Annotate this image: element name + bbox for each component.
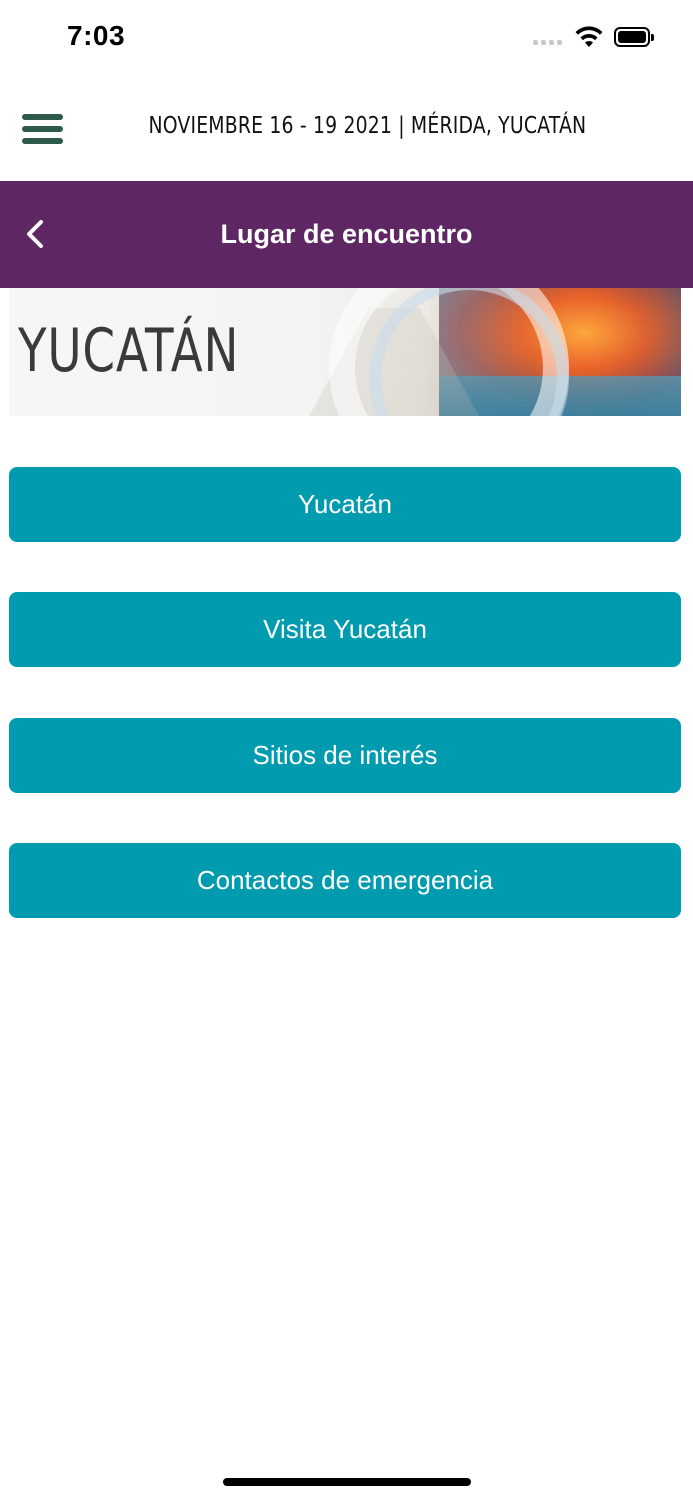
hamburger-menu-icon[interactable]	[22, 114, 63, 146]
wifi-icon	[575, 26, 603, 47]
cellular-signal-icon	[533, 40, 562, 45]
banner-image: YUCATÁN	[9, 288, 681, 416]
banner-title: YUCATÁN	[18, 316, 240, 386]
button-label: Yucatán	[298, 489, 392, 519]
visita-yucatan-button[interactable]: Visita Yucatán	[9, 592, 681, 667]
home-indicator[interactable]	[223, 1478, 471, 1486]
yucatan-button[interactable]: Yucatán	[9, 467, 681, 542]
top-header: NOVIEMBRE 16 - 19 2021 | MÉRIDA, YUCATÁN	[0, 80, 693, 181]
contactos-de-emergencia-button[interactable]: Contactos de emergencia	[9, 843, 681, 918]
battery-icon	[614, 27, 654, 47]
page-title: Lugar de encuentro	[220, 219, 473, 249]
status-bar: 7:03	[0, 0, 693, 80]
sitios-de-interes-button[interactable]: Sitios de interés	[9, 718, 681, 793]
nav-bar: Lugar de encuentro	[0, 181, 693, 288]
event-title: NOVIEMBRE 16 - 19 2021 | MÉRIDA, YUCATÁN	[148, 113, 587, 139]
button-label: Sitios de interés	[252, 740, 438, 770]
status-time: 7:03	[67, 20, 126, 51]
banner-arc-inner	[369, 288, 569, 416]
button-label: Visita Yucatán	[263, 614, 427, 644]
button-label: Contactos de emergencia	[196, 865, 494, 895]
